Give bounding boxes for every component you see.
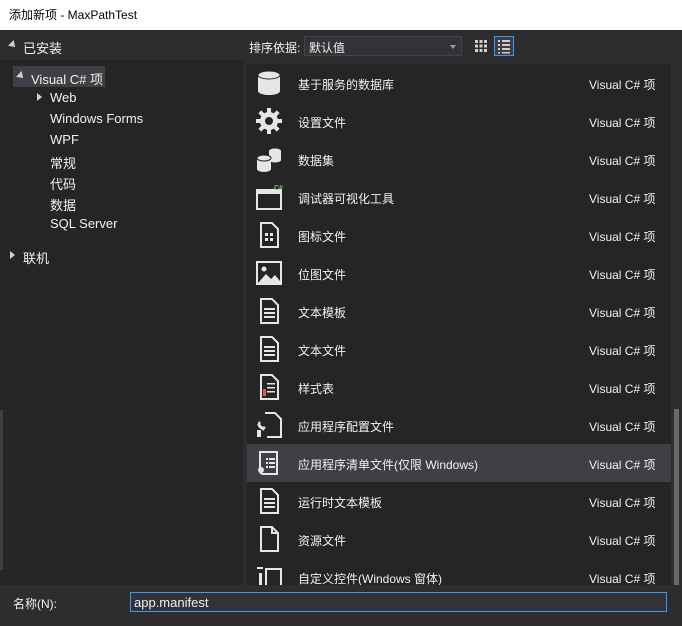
tree-item-visual-csharp[interactable]: Visual C# 项 [13, 66, 105, 87]
name-field-label: 名称(N): [13, 597, 57, 611]
sort-toolbar: 排序依据: 默认值 [243, 30, 682, 64]
grid-view-button[interactable] [471, 36, 491, 56]
tree-item-wpf[interactable]: WPF [50, 132, 79, 147]
list-item[interactable]: 文本模板 Visual C# 项 [247, 292, 671, 330]
dataset-icon [256, 148, 281, 172]
list-item[interactable]: 应用程序配置文件 Visual C# 项 [247, 406, 671, 444]
expand-arrow-icon[interactable] [37, 93, 42, 101]
scrollbar-thumb[interactable] [674, 409, 679, 585]
list-item[interactable]: 应用程序清单文件(仅限 Windows) Visual C# 项 [247, 444, 671, 482]
svg-text:C#: C# [274, 185, 283, 192]
grid-view-icon [475, 40, 487, 52]
item-name: 图标文件 [298, 230, 347, 244]
list-view-icon [498, 40, 510, 54]
chevron-down-icon [450, 45, 456, 49]
item-name: 文本文件 [298, 344, 347, 358]
item-language: Visual C# 项 [589, 534, 656, 548]
debugger-visualizer-icon: C# [256, 185, 283, 210]
tree-item-online[interactable]: 联机 [23, 248, 49, 267]
list-item[interactable]: 文本文件 Visual C# 项 [247, 330, 671, 368]
item-language: Visual C# 项 [589, 572, 656, 585]
tree-item-general[interactable]: 常规 [50, 153, 76, 172]
dialog-footer: 名称(N): [0, 585, 682, 626]
item-template-list: 基于服务的数据库 Visual C# 项 设置文件 Visual C# 项 数据… [247, 64, 671, 585]
bitmap-icon [256, 261, 282, 285]
item-name: 运行时文本模板 [298, 496, 383, 510]
item-language: Visual C# 项 [589, 306, 656, 320]
collapse-arrow-icon[interactable] [8, 40, 18, 50]
sort-dropdown[interactable]: 默认值 [304, 36, 462, 56]
list-item[interactable]: 资源文件 Visual C# 项 [247, 520, 671, 558]
item-name: 应用程序配置文件 [298, 420, 395, 434]
icon-file-icon [260, 222, 279, 248]
expand-arrow-icon[interactable] [16, 71, 26, 81]
expand-arrow-icon[interactable] [10, 251, 15, 259]
list-item[interactable]: C# 调试器可视化工具 Visual C# 项 [247, 178, 671, 216]
list-item[interactable]: 数据集 Visual C# 项 [247, 140, 671, 178]
list-item[interactable]: 自定义控件(Windows 窗体) Visual C# 项 [247, 558, 671, 585]
tree-item-windows-forms[interactable]: Windows Forms [50, 111, 143, 126]
item-language: Visual C# 项 [589, 230, 656, 244]
item-language: Visual C# 项 [589, 344, 656, 358]
item-language: Visual C# 项 [589, 116, 656, 130]
item-name: 样式表 [298, 382, 335, 396]
item-language: Visual C# 项 [589, 382, 656, 396]
window-title: 添加新项 - MaxPathTest [9, 8, 138, 22]
list-item[interactable]: 位图文件 Visual C# 项 [247, 254, 671, 292]
installed-header[interactable]: 已安装 [0, 30, 243, 60]
gear-icon [256, 108, 282, 134]
window-titlebar: 添加新项 - MaxPathTest [0, 0, 682, 30]
app-config-icon [257, 412, 282, 438]
text-file-icon [260, 336, 279, 362]
item-language: Visual C# 项 [589, 192, 656, 206]
item-name: 调试器可视化工具 [298, 192, 395, 206]
item-name: 应用程序清单文件(仅限 Windows) [298, 458, 479, 472]
item-name: 位图文件 [298, 268, 347, 282]
list-view-button[interactable] [494, 36, 514, 56]
runtime-template-icon [260, 488, 279, 514]
tree-item-label: Visual C# 项 [31, 72, 104, 87]
sort-value: 默认值 [309, 41, 346, 55]
sort-label: 排序依据: [249, 41, 301, 55]
item-language: Visual C# 项 [589, 458, 656, 472]
text-template-icon [260, 298, 279, 324]
item-name: 数据集 [298, 154, 335, 168]
name-field[interactable] [130, 592, 667, 612]
item-language: Visual C# 项 [589, 268, 656, 282]
item-language: Visual C# 项 [589, 496, 656, 510]
tree-item-data[interactable]: 数据 [50, 195, 76, 214]
item-language: Visual C# 项 [589, 420, 656, 434]
item-name: 文本模板 [298, 306, 347, 320]
list-item[interactable]: 运行时文本模板 Visual C# 项 [247, 482, 671, 520]
item-name: 资源文件 [298, 534, 347, 548]
manifest-icon [258, 451, 278, 475]
list-item[interactable]: 图标文件 Visual C# 项 [247, 216, 671, 254]
stylesheet-icon [260, 374, 279, 400]
list-item[interactable]: 基于服务的数据库 Visual C# 项 [247, 64, 671, 102]
item-language: Visual C# 项 [589, 154, 656, 168]
item-language: Visual C# 项 [589, 78, 656, 92]
item-name: 自定义控件(Windows 窗体) [298, 572, 443, 585]
resource-file-icon [260, 526, 279, 552]
tree-item-code[interactable]: 代码 [50, 174, 76, 193]
item-name: 设置文件 [298, 116, 347, 130]
category-sidebar: 已安装 Visual C# 项 Web Windows Forms WPF 常规… [0, 30, 243, 585]
tree-item-web[interactable]: Web [50, 90, 77, 105]
custom-control-icon [257, 567, 282, 585]
list-item[interactable]: 样式表 Visual C# 项 [247, 368, 671, 406]
installed-label: 已安装 [23, 41, 63, 56]
database-icon [257, 70, 281, 95]
item-name: 基于服务的数据库 [298, 78, 395, 92]
list-scrollbar[interactable] [671, 64, 682, 585]
list-item[interactable]: 设置文件 Visual C# 项 [247, 102, 671, 140]
tree-item-sql-server[interactable]: SQL Server [50, 216, 117, 231]
sidebar-scrollbar[interactable] [0, 410, 3, 570]
